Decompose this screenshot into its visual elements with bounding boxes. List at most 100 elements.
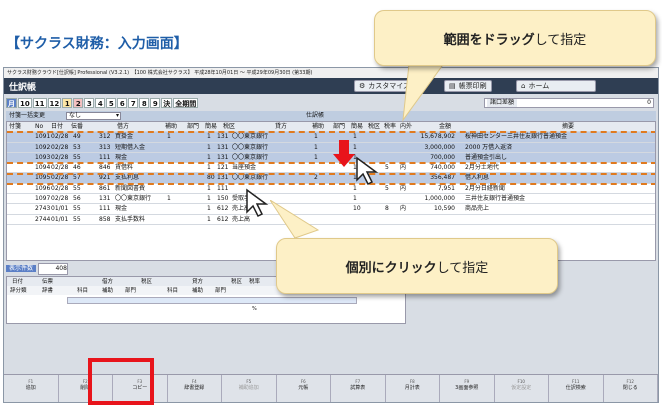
cell-k1: 1	[207, 215, 211, 223]
main-toolbar: 仕訳帳 ⚙ カスタマイズ ▤ 帳票印刷 ⌂ ホーム	[4, 78, 658, 94]
cell-date: 02/28	[51, 184, 69, 192]
cell-date: 01/01	[51, 205, 69, 213]
table-row[interactable]: 1091 02/28 49 312 買掛金 1 1 131 〇〇東京銀行 1 1 15,678,902…	[7, 132, 655, 143]
sticky-select[interactable]: なし ▾	[66, 112, 121, 120]
f9-three-screen-button[interactable]: F9 3画面参照	[440, 375, 495, 402]
cell-no: 1096	[35, 184, 51, 192]
journal-section-label: 仕訳帳	[306, 112, 325, 119]
month-9[interactable]: 9	[150, 98, 161, 108]
f10-setting-button[interactable]: F10 仮定設定	[495, 375, 549, 402]
cell-kc: 313	[99, 143, 111, 151]
cell-rate: 8	[385, 205, 389, 213]
cell-no: 1091	[35, 133, 51, 141]
cell-no: 1094	[35, 164, 51, 172]
cell-naigai: 内	[400, 184, 407, 192]
cell-cc: 121	[217, 164, 229, 172]
cell-date: 02/28	[51, 164, 69, 172]
month-2[interactable]: 2	[73, 98, 84, 108]
month-12[interactable]: 12	[47, 98, 62, 108]
callout-click: 個別にクリック して指定	[276, 238, 558, 294]
cell-kc: 131	[99, 195, 111, 203]
cell-kc: 312	[99, 133, 111, 141]
cell-den: 49	[73, 133, 81, 141]
cell-kn: 支払手数料	[115, 215, 146, 223]
f4-dictionary-button[interactable]: F4 辞書登録	[168, 375, 222, 402]
cell-no: 1092	[35, 143, 51, 151]
month-11[interactable]: 11	[32, 98, 47, 108]
month-5[interactable]: 5	[106, 98, 117, 108]
table-row[interactable]: 2743 01/01 55 111 現金 1 612 売上高 10 8 内 10,590 商品売上	[7, 204, 655, 215]
f7-trial-balance-button[interactable]: F7 試算表	[331, 375, 386, 402]
sticky-bulk-bar: 付箋一括変更 なし ▾ 仕訳帳	[6, 111, 656, 121]
f12-close-button[interactable]: F12 閉じる	[604, 375, 658, 402]
month-10[interactable]: 10	[18, 98, 32, 108]
month-3[interactable]: 3	[84, 98, 95, 108]
month-selector: 月 10 11 12 1 2 3 4 5 6 7 8 9 決 全期間	[6, 98, 199, 108]
cell-amount: 15,678,902	[420, 133, 455, 141]
table-row[interactable]: 1094 02/28 46 846 賃借料 1 121 当座預金 1 5 内 740,000 2月分土地…	[7, 163, 655, 174]
cell-memo: 2000 万借入返済	[465, 143, 513, 151]
balance-value: 0	[647, 99, 651, 106]
chevron-down-icon: ▾	[115, 112, 119, 119]
home-button[interactable]: ⌂ ホーム	[516, 80, 596, 92]
month-6[interactable]: 6	[117, 98, 128, 108]
month-label: 月	[6, 98, 17, 108]
copy-highlight-frame	[88, 358, 154, 405]
cell-rate: 5	[385, 184, 389, 192]
month-7[interactable]: 7	[128, 98, 139, 108]
cell-h1: 1	[167, 133, 171, 141]
cell-kn: 〇〇東京銀行	[115, 195, 152, 203]
app-window: サクラス財務クラウド[仕訳帳] Professional (V3.2.1) 【1…	[3, 67, 659, 403]
cursor-icon	[246, 188, 269, 218]
cell-date: 01/01	[51, 215, 69, 223]
f1-add-button[interactable]: F1 追加	[4, 375, 59, 402]
month-8[interactable]: 8	[139, 98, 150, 108]
cell-no: 2743	[35, 205, 51, 213]
cell-cc: 150	[217, 195, 229, 203]
table-row[interactable]: 1092 02/28 53 313 短期借入金 1 131 〇〇東京銀行 1 1 3,000,000…	[7, 142, 655, 153]
sticky-bulk-label: 付箋一括変更	[9, 112, 46, 119]
entry-input-row[interactable]	[67, 297, 357, 304]
cell-kn: 賃借料	[115, 164, 134, 172]
table-row[interactable]: 2744 01/01 55 858 支払手数料 1 612 売上高	[7, 215, 655, 225]
cell-memo: 2月分土地代	[465, 164, 499, 172]
cell-cc: 612	[217, 205, 229, 213]
cell-cc: 612	[217, 215, 229, 223]
cell-kn: 買掛金	[115, 133, 134, 141]
cell-den: 56	[73, 195, 81, 203]
cell-memo: 桜神田センター三井住友銀行普通預金	[465, 133, 568, 141]
cell-k1: 1	[207, 164, 211, 172]
table-row[interactable]: 1097 02/28 56 131 〇〇東京銀行 1 1 150 受取手形 1 1,000,000 三…	[7, 194, 655, 205]
f8-monthly-button[interactable]: F8 月計表	[386, 375, 440, 402]
f5-sub-add-button[interactable]: F5 補助追加	[222, 375, 277, 402]
cell-cn: 当座預金	[232, 164, 257, 172]
cell-h1: 1	[167, 195, 171, 203]
cell-den: 55	[73, 215, 81, 223]
cell-kc: 858	[99, 215, 111, 223]
cell-cc: 111	[217, 184, 229, 192]
click-range-bottom	[7, 183, 655, 185]
month-4[interactable]: 4	[95, 98, 106, 108]
cell-kc: 846	[99, 164, 111, 172]
f11-search-button[interactable]: F11 仕訳検索	[549, 375, 604, 402]
f6-ledger-button[interactable]: F6 元帳	[277, 375, 331, 402]
cell-cn: 〇〇東京銀行	[232, 133, 269, 141]
gear-icon: ⚙	[359, 82, 366, 90]
cursor-icon	[356, 156, 379, 186]
month-1[interactable]: 1	[62, 98, 73, 108]
month-closing[interactable]: 決	[161, 98, 173, 108]
cell-cn: 〇〇東京銀行	[232, 143, 269, 151]
cell-kn: 現金	[115, 205, 128, 213]
table-row[interactable]: 1096 02/28 55 861 新聞図書費 1 111 1 5 内 7,951 2月分日経新聞	[7, 184, 655, 195]
cell-no: 2744	[35, 215, 51, 223]
callout-drag: 範囲をドラッグ して指定	[374, 10, 656, 66]
month-all[interactable]: 全期間	[173, 98, 199, 108]
home-icon: ⌂	[521, 82, 526, 90]
cell-rate: 5	[385, 164, 389, 172]
cell-naigai: 内	[400, 164, 407, 172]
cell-amount: 10,590	[434, 205, 455, 213]
cell-den: 55	[73, 184, 81, 192]
drag-range-top	[7, 131, 655, 133]
cell-no: 1097	[35, 195, 51, 203]
cell-amount: 740,000	[430, 164, 455, 172]
